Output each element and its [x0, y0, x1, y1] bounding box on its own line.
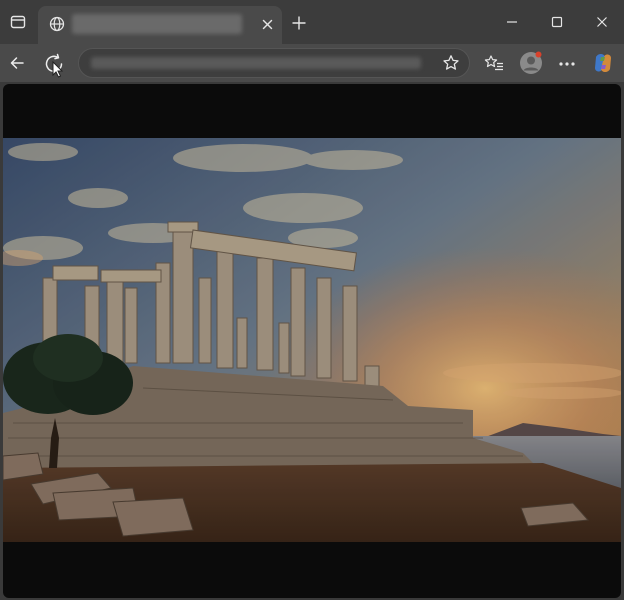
tab-title [72, 14, 242, 34]
refresh-button[interactable] [42, 52, 68, 78]
browser-tab[interactable] [38, 6, 282, 44]
address-bar[interactable] [78, 48, 470, 78]
favorites-button[interactable] [483, 52, 505, 74]
arrow-left-icon [10, 57, 24, 69]
temple-sunset-image [3, 138, 621, 542]
maximize-icon [551, 16, 563, 28]
globe-icon [48, 15, 66, 33]
more-icon [559, 62, 575, 66]
browser-toolbar [0, 44, 624, 82]
minimize-button[interactable] [502, 12, 522, 32]
tab-actions-icon[interactable] [8, 12, 28, 32]
address-url [91, 57, 421, 69]
new-tab-button[interactable] [288, 12, 310, 34]
maximize-button[interactable] [547, 12, 567, 32]
avatar[interactable] [518, 50, 544, 76]
copilot-button[interactable] [590, 50, 616, 76]
star-icon [443, 55, 459, 70]
page-viewport [3, 84, 621, 598]
refresh-icon [45, 53, 64, 78]
minimize-icon [507, 21, 517, 23]
copilot-icon [595, 54, 611, 72]
close-tab-button[interactable] [258, 15, 276, 33]
close-icon [262, 19, 272, 29]
back-button[interactable] [6, 52, 28, 74]
title-bar [0, 0, 624, 44]
favorite-button[interactable] [440, 52, 462, 74]
plus-icon [292, 16, 306, 30]
more-button[interactable] [556, 53, 578, 75]
favorites-icon [484, 55, 503, 71]
close-icon [597, 17, 607, 27]
close-window-button[interactable] [592, 12, 612, 32]
